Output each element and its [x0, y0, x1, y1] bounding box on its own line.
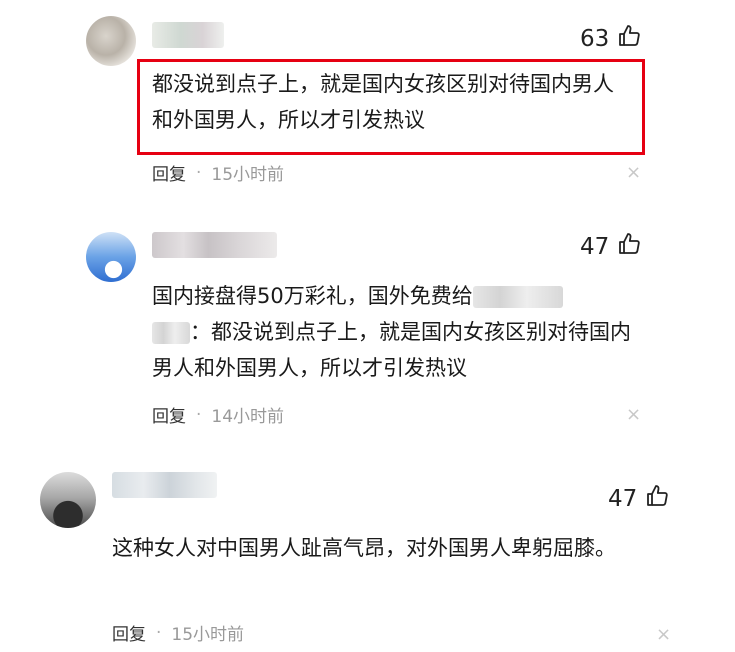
comment-text-part2: ：都没说到点子上，就是国内女孩区别对待国内男人和外国男人，所以才引发热议 [152, 320, 631, 380]
comment-1: 63 都没说到点子上，就是国内女孩区别对待国内男人和外国男人，所以才引发热议 回… [0, 0, 735, 200]
comment-text: 这种女人对中国男人趾高气昂，对外国男人卑躬屈膝。 [112, 536, 616, 560]
username-blurred[interactable] [152, 22, 224, 48]
comment-meta: 回复 · 14小时前 [152, 402, 285, 428]
timestamp: 15小时前 [211, 165, 285, 185]
close-icon[interactable]: × [626, 162, 641, 183]
username-blurred[interactable] [112, 472, 217, 498]
avatar[interactable] [86, 232, 136, 282]
separator-dot: · [156, 622, 162, 643]
close-icon[interactable]: × [656, 624, 671, 645]
comment-text: 国内接盘得50万彩礼，国外免费给 ：都没说到点子上，就是国内女孩区别对待国内男人… [152, 278, 632, 386]
comment-meta: 回复 · 15小时前 [152, 160, 285, 186]
mention-blurred[interactable] [472, 286, 563, 308]
like-button[interactable]: 63 [580, 24, 641, 54]
like-button[interactable]: 47 [608, 484, 669, 514]
comment-text: 都没说到点子上，就是国内女孩区别对待国内男人和外国男人，所以才引发热议 [152, 72, 614, 132]
avatar[interactable] [40, 472, 96, 528]
reply-button[interactable]: 回复 [112, 620, 146, 645]
comment-text-part1: 国内接盘得50万彩礼，国外免费给 [152, 284, 473, 308]
like-count: 63 [580, 26, 610, 52]
mention-blurred[interactable] [152, 322, 190, 344]
timestamp: 14小时前 [211, 407, 285, 427]
reply-button[interactable]: 回复 [152, 402, 186, 427]
comment-meta: 回复 · 15小时前 [112, 620, 245, 646]
timestamp: 15小时前 [171, 625, 245, 645]
comment-2: 47 国内接盘得50万彩礼，国外免费给 ：都没说到点子上，就是国内女孩区别对待国… [0, 220, 735, 440]
thumbs-up-icon [645, 484, 669, 514]
reply-button[interactable]: 回复 [152, 160, 186, 185]
thumbs-up-icon [617, 24, 641, 54]
separator-dot: · [196, 162, 202, 183]
thumbs-up-icon [617, 232, 641, 262]
username-blurred[interactable] [152, 232, 277, 258]
like-count: 47 [608, 486, 638, 512]
separator-dot: · [196, 404, 202, 425]
comment-3: 47 这种女人对中国男人趾高气昂，对外国男人卑躬屈膝。 回复 · 15小时前 × [0, 460, 735, 652]
like-button[interactable]: 47 [580, 232, 641, 262]
close-icon[interactable]: × [626, 404, 641, 425]
avatar[interactable] [86, 16, 136, 66]
like-count: 47 [580, 234, 610, 260]
